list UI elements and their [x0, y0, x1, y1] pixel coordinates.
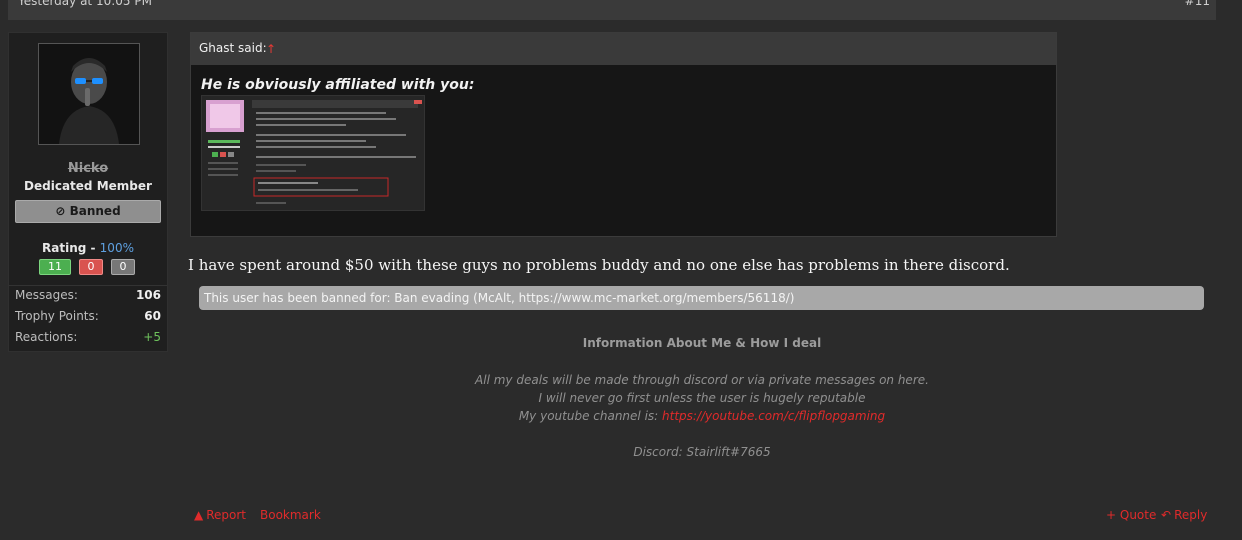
post-number[interactable]: #11: [1185, 0, 1210, 8]
rating-percent[interactable]: 100%: [100, 241, 134, 255]
negative-rating-count[interactable]: 0: [79, 259, 103, 275]
report-button[interactable]: ▲ Report: [194, 508, 246, 522]
quote-header: Ghast said: ↑: [191, 33, 1056, 65]
signature-line-deals: All my deals will be made through discor…: [475, 373, 929, 387]
rating: Rating - 100%: [9, 241, 167, 255]
stat-label: Reactions:: [15, 330, 78, 344]
avatar[interactable]: [38, 43, 140, 145]
neutral-rating-count[interactable]: 0: [111, 259, 135, 275]
jump-to-quote-icon[interactable]: ↑: [266, 34, 276, 64]
stat-value[interactable]: 60: [144, 309, 161, 323]
report-label: Report: [206, 508, 247, 522]
rating-counts: 11 0 0: [39, 259, 139, 275]
quote-button[interactable]: + Quote: [1106, 508, 1156, 522]
signature-line-youtube: My youtube channel is: https://youtube.c…: [190, 409, 1214, 423]
reply-label: Reply: [1174, 508, 1208, 522]
quote-text: He is obviously affiliated with you:: [201, 77, 475, 93]
user-sidebar: Nicko Dedicated Member ⊘ Banned Rating -…: [8, 32, 168, 352]
quote-block: Ghast said: ↑ He is obviously affiliated…: [190, 32, 1057, 237]
post-timestamp[interactable]: Yesterday at 10:05 PM: [18, 0, 152, 8]
banned-label: Banned: [69, 204, 121, 218]
signature-title: Information About Me & How I deal: [582, 336, 822, 350]
positive-rating-count[interactable]: 11: [39, 259, 71, 275]
bookmark-button[interactable]: Bookmark: [260, 508, 321, 522]
youtube-label: My youtube channel is:: [518, 409, 663, 423]
post-message: I have spent around $50 with these guys …: [188, 256, 1010, 274]
stat-trophy-points: Trophy Points: 60: [15, 309, 161, 323]
quoted-screenshot-image[interactable]: [201, 95, 425, 211]
stat-value[interactable]: +5: [143, 330, 161, 344]
reply-icon: ↶: [1161, 508, 1172, 522]
banned-badge: ⊘ Banned: [15, 200, 161, 223]
rating-label: Rating -: [42, 241, 100, 255]
signature-line-first: I will never go first unless the user is…: [538, 391, 866, 405]
sidebar-divider: [9, 285, 167, 286]
post-header-bar: Yesterday at 10:05 PM #11: [8, 0, 1216, 20]
stat-label: Trophy Points:: [15, 309, 99, 323]
stat-value[interactable]: 106: [136, 288, 161, 302]
ban-notice: This user has been banned for: Ban evadi…: [199, 286, 1204, 310]
user-title: Dedicated Member: [24, 179, 152, 193]
warning-icon: ▲: [194, 508, 204, 522]
ban-icon: ⊘: [55, 204, 66, 218]
username[interactable]: Nicko: [9, 161, 167, 176]
youtube-link[interactable]: https://youtube.com/c/flipflopgaming: [662, 409, 885, 423]
stat-reactions: Reactions: +5: [15, 330, 161, 344]
avatar-image: [39, 44, 139, 144]
reply-button[interactable]: ↶ Reply: [1161, 508, 1207, 522]
quote-author: Ghast said:: [199, 41, 267, 55]
screenshot-thumbnail: [202, 96, 424, 210]
stat-label: Messages:: [15, 288, 78, 302]
signature-discord: Discord: Stairlift#7665: [633, 445, 771, 459]
stat-messages: Messages: 106: [15, 288, 161, 302]
